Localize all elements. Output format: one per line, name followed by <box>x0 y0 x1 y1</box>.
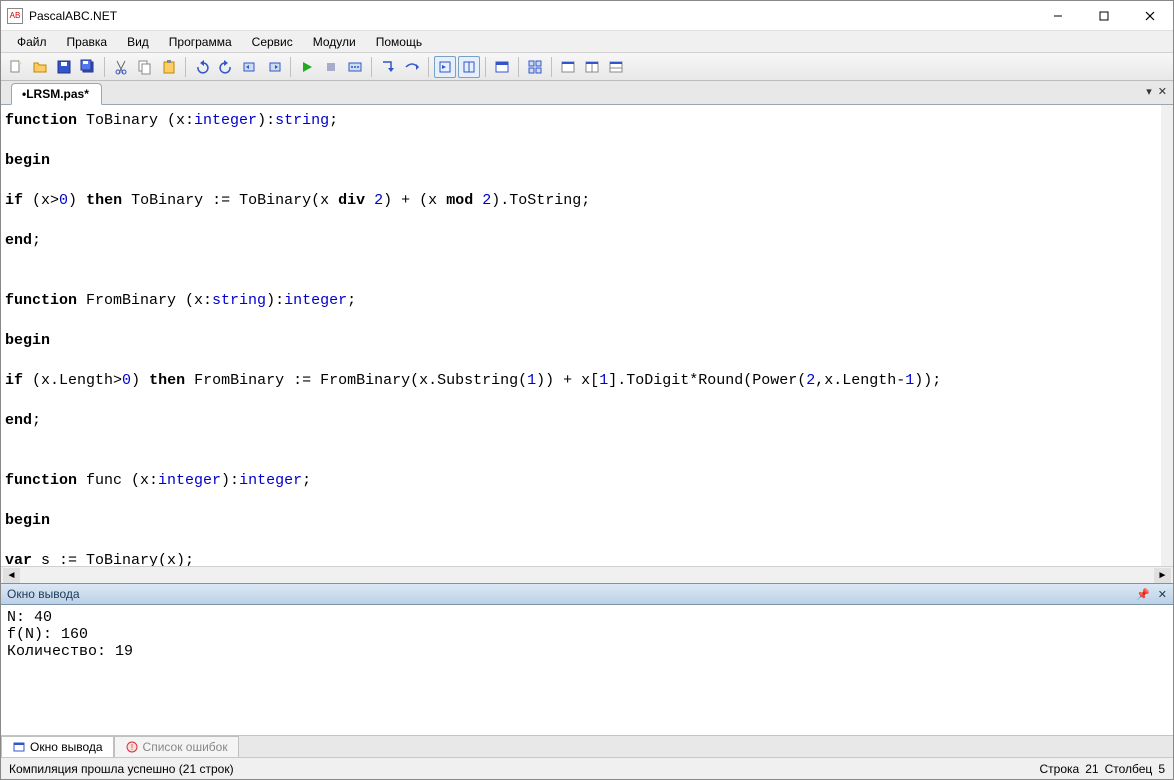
menu-file[interactable]: Файл <box>9 33 55 51</box>
output-panel-title: Окно вывода <box>7 587 80 601</box>
output-tab-icon <box>12 740 26 754</box>
horizontal-scrollbar[interactable]: ◄ ► <box>1 566 1173 583</box>
paste-icon[interactable] <box>158 56 180 78</box>
bottom-tab-output-label: Окно вывода <box>30 740 103 754</box>
save-icon[interactable] <box>53 56 75 78</box>
menu-view[interactable]: Вид <box>119 33 157 51</box>
window1-icon[interactable] <box>557 56 579 78</box>
toolbar <box>1 53 1173 81</box>
output-panel[interactable]: N: 40 f(N): 160 Количество: 19 <box>1 605 1173 735</box>
menubar: Файл Правка Вид Программа Сервис Модули … <box>1 31 1173 53</box>
bottom-tab-errors-label: Список ошибок <box>143 740 228 754</box>
step-over-icon[interactable] <box>401 56 423 78</box>
bottom-tab-output[interactable]: Окно вывода <box>1 736 114 757</box>
status-col-value: 5 <box>1158 762 1165 776</box>
form-icon[interactable] <box>491 56 513 78</box>
open-file-icon[interactable] <box>29 56 51 78</box>
code-editor[interactable]: function ToBinary (x:integer):string; be… <box>1 105 1173 566</box>
cut-icon[interactable] <box>110 56 132 78</box>
menu-service[interactable]: Сервис <box>244 33 301 51</box>
output-panel-header: Окно вывода 📌 ✕ <box>1 583 1173 605</box>
status-message: Компиляция прошла успешно (21 строк) <box>9 762 234 776</box>
bottom-tabs: Окно вывода ! Список ошибок <box>1 735 1173 757</box>
errors-tab-icon: ! <box>125 740 139 754</box>
step-into-icon[interactable] <box>377 56 399 78</box>
status-line-label: Строка <box>1040 762 1080 776</box>
panel-pin-icon[interactable]: 📌 <box>1136 588 1150 601</box>
app-icon: AB <box>7 8 23 24</box>
stop-icon[interactable] <box>320 56 342 78</box>
menu-edit[interactable]: Правка <box>59 33 116 51</box>
file-tab-active[interactable]: •LRSM.pas* <box>11 83 102 105</box>
redo-icon[interactable] <box>215 56 237 78</box>
undo-icon[interactable] <box>191 56 213 78</box>
window2-icon[interactable] <box>581 56 603 78</box>
copy-icon[interactable] <box>134 56 156 78</box>
tab-close-icon[interactable]: ✕ <box>1158 85 1167 98</box>
bottom-tab-errors[interactable]: ! Список ошибок <box>114 736 239 757</box>
view-mode2-icon[interactable] <box>458 56 480 78</box>
minimize-button[interactable] <box>1035 1 1081 31</box>
grid-icon[interactable] <box>524 56 546 78</box>
menu-program[interactable]: Программа <box>161 33 240 51</box>
panel-close-icon[interactable]: ✕ <box>1158 588 1167 601</box>
compile-icon[interactable] <box>344 56 366 78</box>
menu-help[interactable]: Помощь <box>368 33 430 51</box>
status-line-value: 21 <box>1085 762 1098 776</box>
maximize-button[interactable] <box>1081 1 1127 31</box>
scroll-left-icon[interactable]: ◄ <box>3 568 20 583</box>
nav-back-icon[interactable] <box>239 56 261 78</box>
run-icon[interactable] <box>296 56 318 78</box>
close-button[interactable] <box>1127 1 1173 31</box>
save-all-icon[interactable] <box>77 56 99 78</box>
status-col-label: Столбец <box>1105 762 1153 776</box>
window3-icon[interactable] <box>605 56 627 78</box>
new-file-icon[interactable] <box>5 56 27 78</box>
menu-modules[interactable]: Модули <box>305 33 364 51</box>
scroll-right-icon[interactable]: ► <box>1154 568 1171 583</box>
nav-forward-icon[interactable] <box>263 56 285 78</box>
statusbar: Компиляция прошла успешно (21 строк) Стр… <box>1 757 1173 779</box>
titlebar: AB PascalABC.NET <box>1 1 1173 31</box>
svg-text:!: ! <box>130 743 132 752</box>
window-title: PascalABC.NET <box>29 9 1035 23</box>
editor-wrap: function ToBinary (x:integer):string; be… <box>1 105 1173 583</box>
tab-dropdown-icon[interactable]: ▾ <box>1146 85 1152 98</box>
view-mode1-icon[interactable] <box>434 56 456 78</box>
file-tabs: •LRSM.pas* ▾ ✕ <box>1 81 1173 105</box>
